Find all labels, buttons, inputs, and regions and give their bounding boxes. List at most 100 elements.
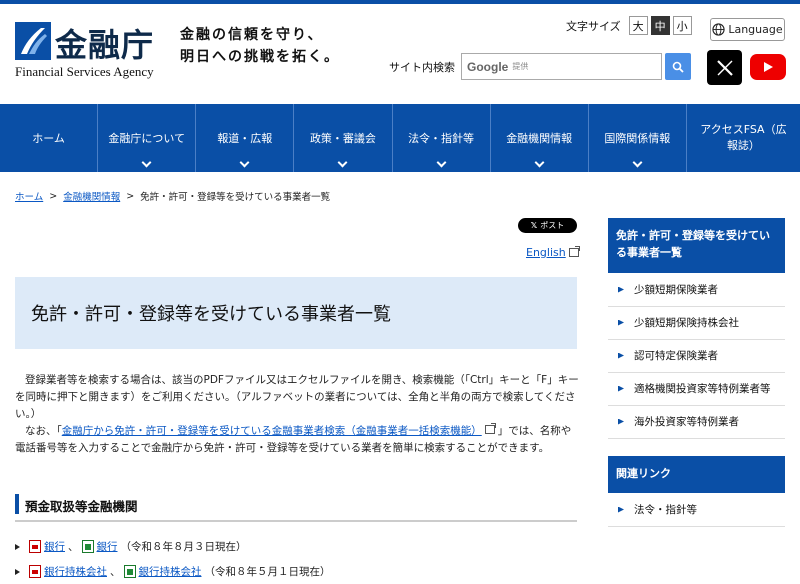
x-social-button[interactable] (707, 50, 742, 85)
bullet-triangle-icon (15, 568, 20, 575)
breadcrumb-separator: > (126, 190, 135, 202)
chevron-down-icon (436, 157, 447, 168)
sidebar-item[interactable]: 適格機関投資家等特例業者等 (608, 372, 785, 406)
language-button[interactable]: Language (710, 18, 785, 41)
nav-item-international[interactable]: 国際関係情報 (587, 104, 686, 172)
search-button[interactable] (665, 53, 691, 80)
nav-item-policy[interactable]: 政策・審議会 (293, 104, 391, 172)
sidebar-item[interactable]: 少額短期保険持株会社 (608, 306, 785, 340)
sidebar-related-heading: 関連リンク (608, 456, 785, 493)
intro-paragraph-1: 登録業者等を検索する場合は、該当のPDFファイル又はエクセルファイルを開き、検索… (15, 374, 579, 420)
sidebar-current-heading-text: 免許・許可・登録等を受けている事業者一覧 (616, 229, 770, 259)
bank-holding-excel-link[interactable]: 銀行持株会社 (139, 564, 202, 579)
tagline: 金融の信頼を守り、 明日への挑戦を拓く。 (180, 24, 340, 68)
chevron-down-icon (141, 157, 152, 168)
x-small-icon: 𝕏 (530, 221, 538, 230)
list-item: 銀行 、 銀行 （令和８年８月３日現在） (15, 539, 247, 554)
as-of-date: （令和８年５月１日現在） (204, 566, 331, 578)
sidebar-item-label: 適格機関投資家等特例業者等 (634, 383, 771, 395)
separator: 、 (110, 566, 121, 578)
fsa-logo-mark-icon (15, 22, 51, 60)
x-post-button[interactable]: 𝕏 ポスト (518, 218, 577, 233)
breadcrumb-institutions-link[interactable]: 金融機関情報 (63, 189, 120, 203)
external-link-icon (568, 246, 580, 257)
arrow-right-icon (618, 352, 624, 359)
arrow-right-icon (618, 286, 624, 293)
global-nav: ホーム 金融庁について 報道・広報 政策・審議会 法令・指針等 金融機関情報 国… (0, 104, 800, 172)
section-heading-text: 預金取扱等金融機関 (25, 499, 138, 514)
site-search-label: サイト内検索 (389, 61, 455, 74)
post-label: ポスト (540, 221, 565, 230)
site-search-input[interactable]: Google 提供 (461, 53, 662, 80)
nav-label: ホーム (32, 132, 65, 145)
arrow-right-icon (618, 319, 624, 326)
sidebar-item[interactable]: 少額短期保険業者 (608, 273, 785, 307)
chevron-down-icon (534, 157, 545, 168)
tagline-line-1: 金融の信頼を守り、 (180, 27, 324, 43)
arrow-right-icon (618, 506, 624, 513)
font-size-switcher: 文字サイズ 大 中 小 (566, 16, 692, 35)
as-of-date: （令和８年８月３日現在） (120, 541, 247, 553)
play-icon (764, 62, 773, 72)
nav-label: 政策・審議会 (309, 132, 376, 145)
youtube-button[interactable] (750, 54, 786, 80)
nav-item-access-fsa[interactable]: アクセスFSA（広報誌） (685, 104, 800, 172)
nav-item-institutions[interactable]: 金融機関情報 (489, 104, 588, 172)
breadcrumb-current: 免許・許可・登録等を受けている事業者一覧 (140, 192, 331, 203)
breadcrumb: ホーム > 金融機関情報 > 免許・許可・登録等を受けている事業者一覧 (15, 189, 331, 204)
font-size-small-button[interactable]: 小 (672, 16, 692, 35)
logo-name: 金融庁 (55, 26, 155, 64)
search-icon (672, 61, 684, 73)
sidebar-item[interactable]: 海外投資家等特例業者 (608, 405, 785, 439)
nav-label: 報道・広報 (217, 132, 273, 145)
logo-english-name: Financial Services Agency (15, 64, 154, 79)
list-item: 銀行持株会社 、 銀行持株会社 （令和８年５月１日現在） (15, 564, 331, 579)
tagline-line-2: 明日への挑戦を拓く。 (180, 49, 340, 65)
sidebar-current-heading[interactable]: 免許・許可・登録等を受けている事業者一覧 (608, 218, 785, 273)
sidebar-item[interactable]: 認可特定保険業者 (608, 339, 785, 373)
search-provided-text: 提供 (512, 62, 529, 71)
nav-label: 国際関係情報 (604, 132, 671, 145)
x-logo-icon (716, 59, 733, 76)
nav-item-press[interactable]: 報道・広報 (195, 104, 293, 172)
nav-item-laws[interactable]: 法令・指針等 (391, 104, 490, 172)
english-label: English (526, 246, 566, 259)
sidebar-item-label: 法令・指針等 (634, 504, 697, 516)
external-link-icon (484, 423, 496, 434)
nav-label: 金融庁について (108, 132, 186, 145)
intro-p2-prefix: なお、「 (25, 425, 62, 437)
font-size-label: 文字サイズ (566, 19, 621, 33)
section-heading-bar (15, 494, 19, 514)
site-header: 金融庁 Financial Services Agency 金融の信頼を守り、 … (0, 4, 800, 104)
section-heading: 預金取扱等金融機関 (15, 494, 577, 522)
sidebar-item-label: 認可特定保険業者 (634, 350, 718, 362)
nav-item-home[interactable]: ホーム (0, 104, 97, 172)
nav-item-about[interactable]: 金融庁について (97, 104, 195, 172)
page-title: 免許・許可・登録等を受けている事業者一覧 (15, 277, 577, 349)
sidebar-item-label: 海外投資家等特例業者 (634, 416, 739, 428)
chevron-down-icon (239, 157, 250, 168)
english-link[interactable]: English (526, 246, 580, 259)
nav-label: 法令・指針等 (408, 132, 475, 145)
excel-icon (123, 565, 136, 578)
bank-holding-pdf-link[interactable]: 銀行持株会社 (44, 564, 107, 579)
arrow-right-icon (618, 385, 624, 392)
font-size-medium-button[interactable]: 中 (650, 16, 670, 35)
intro-text: 登録業者等を検索する場合は、該当のPDFファイル又はエクセルファイルを開き、検索… (15, 372, 580, 457)
pdf-icon (29, 565, 41, 578)
sidebar-related-item[interactable]: 法令・指針等 (608, 493, 785, 527)
bullet-triangle-icon (15, 543, 20, 550)
bank-excel-link[interactable]: 銀行 (97, 539, 118, 554)
font-size-large-button[interactable]: 大 (628, 16, 648, 35)
bank-pdf-link[interactable]: 銀行 (44, 539, 65, 554)
language-label: Language (728, 23, 783, 36)
bulk-search-link[interactable]: 金融庁から免許・許可・登録等を受けている金融事業者検索（金融事業者一括検索機能） (62, 425, 482, 437)
breadcrumb-home-link[interactable]: ホーム (15, 189, 43, 203)
nav-label: アクセスFSA（広報誌） (700, 123, 787, 152)
pdf-icon (29, 540, 41, 553)
separator: 、 (68, 541, 79, 553)
excel-icon (81, 540, 94, 553)
arrow-right-icon (618, 418, 624, 425)
breadcrumb-separator: > (49, 190, 58, 202)
sidebar-item-label: 少額短期保険持株会社 (634, 317, 739, 329)
